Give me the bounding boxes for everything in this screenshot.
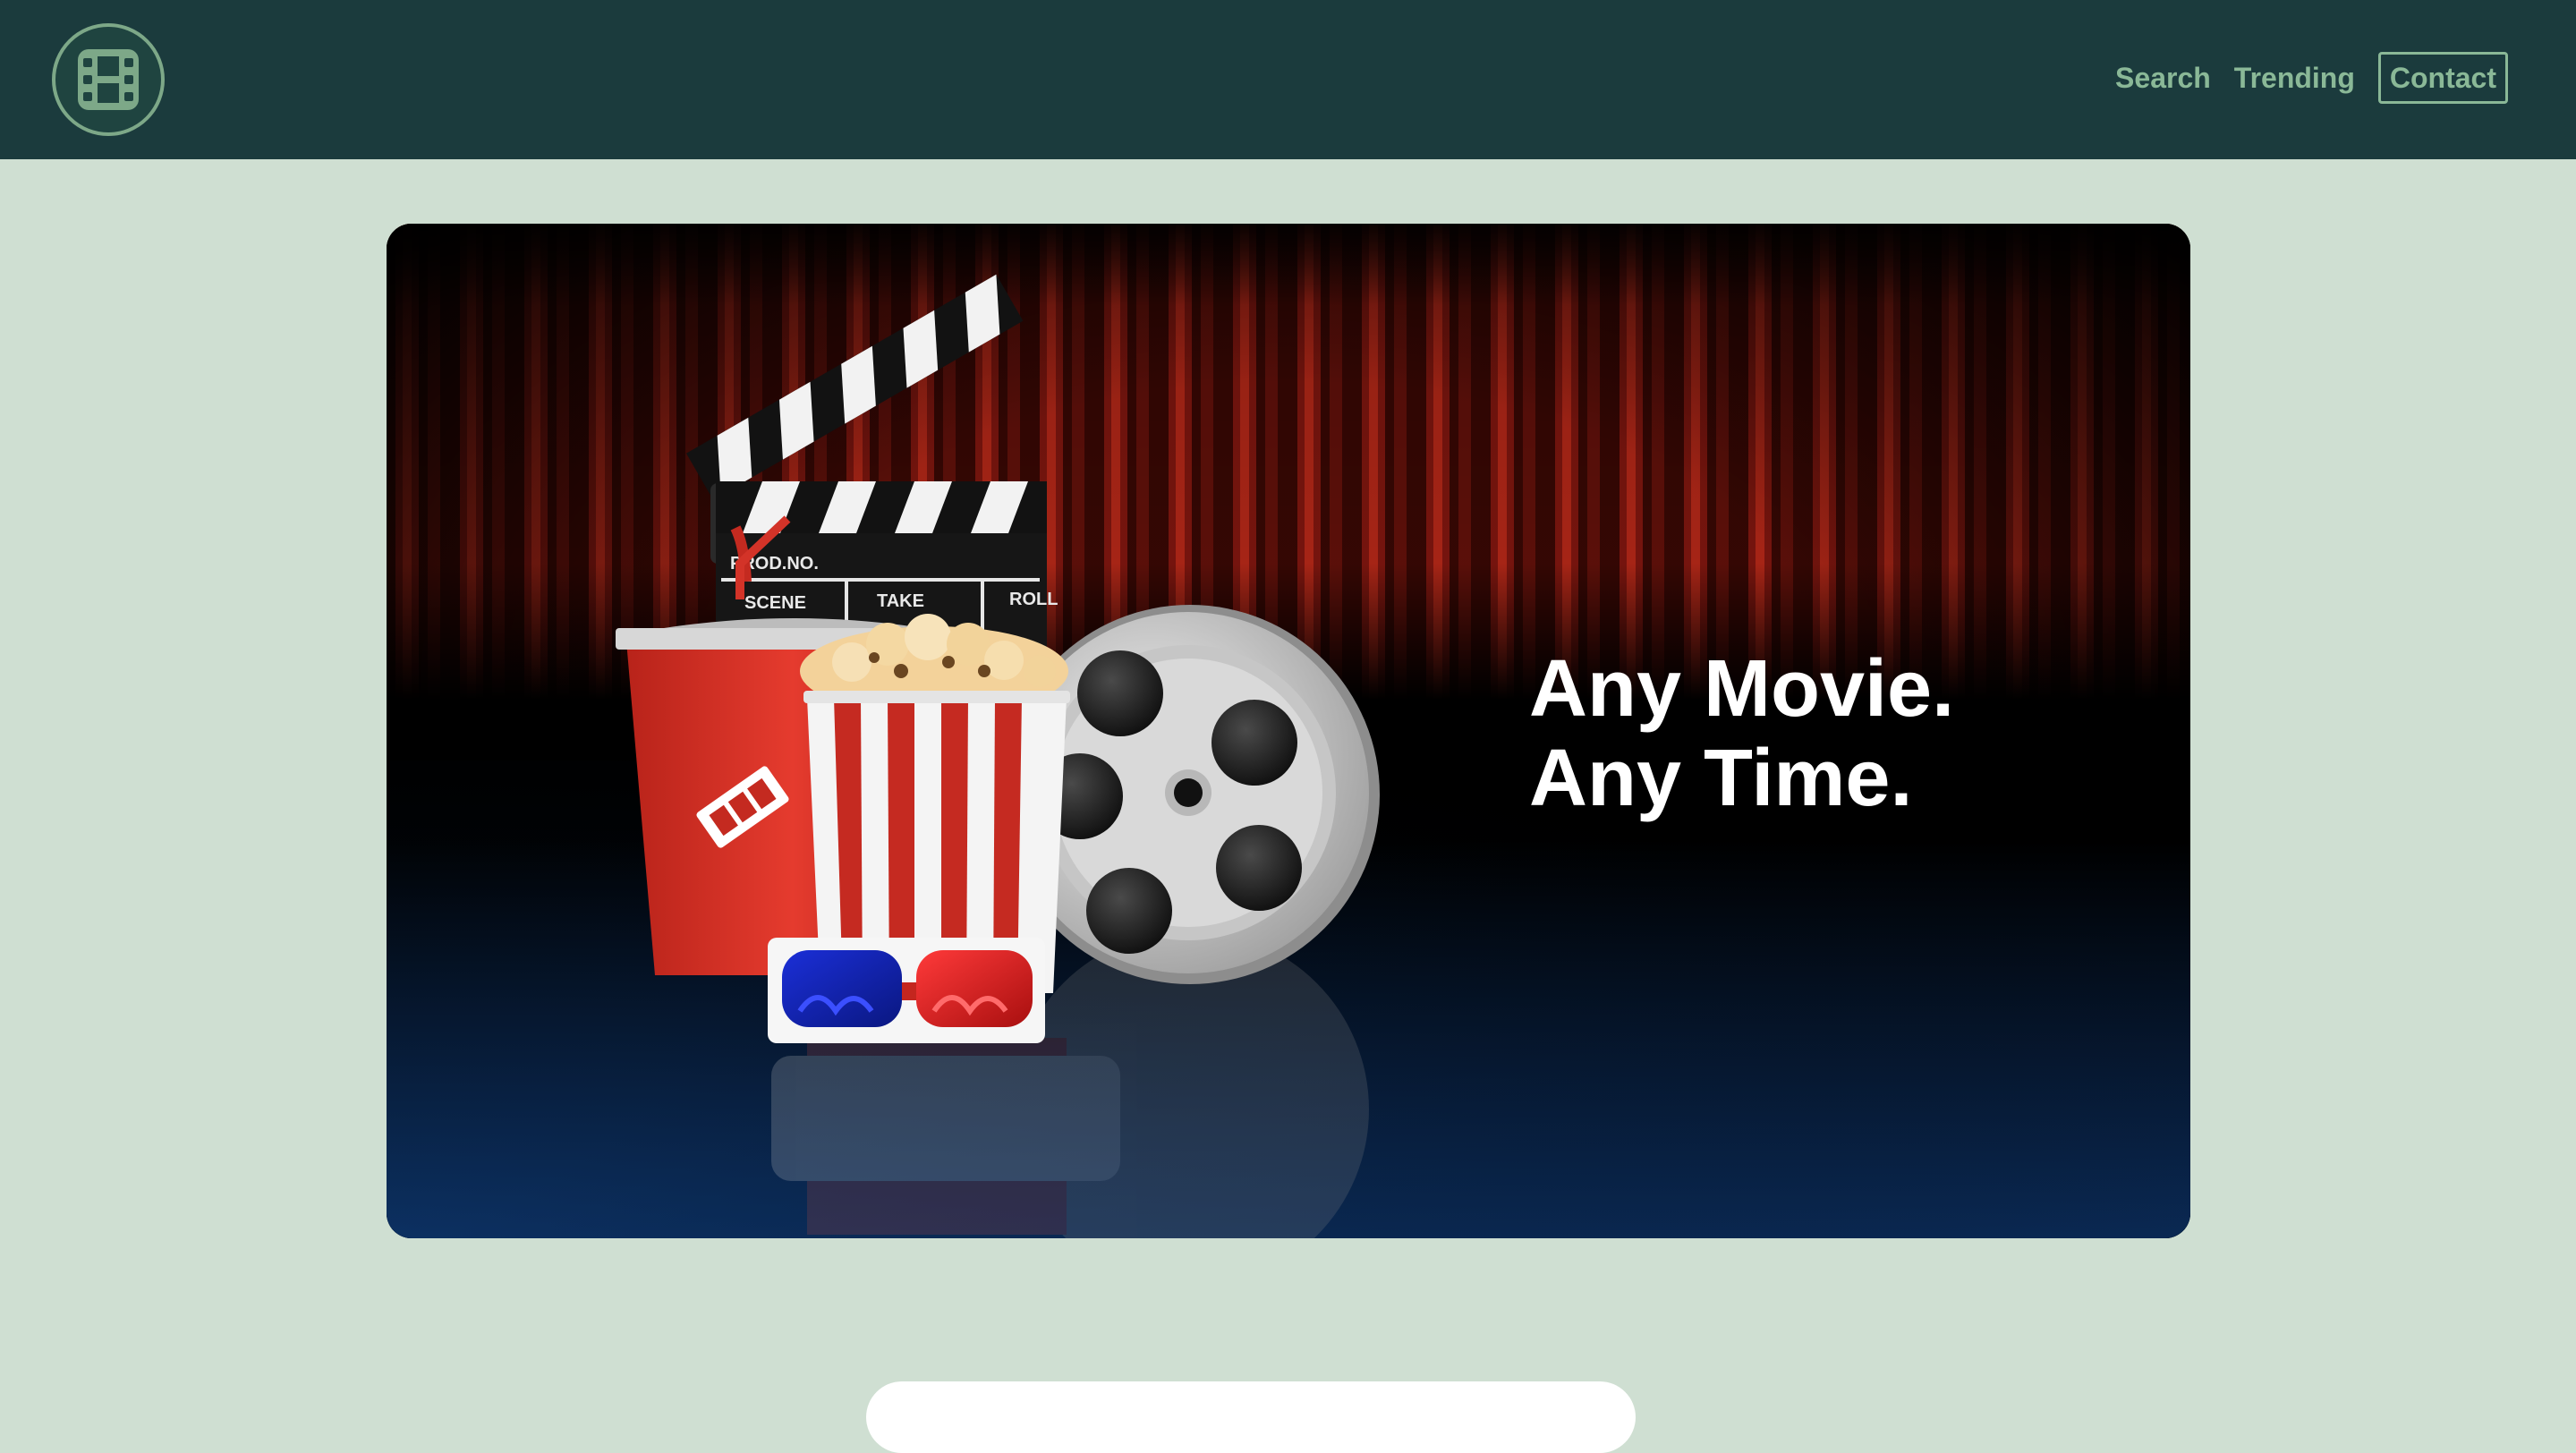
clapper-take-label: TAKE — [877, 591, 924, 611]
nav-link-search[interactable]: Search — [2113, 56, 2213, 99]
hero-headline-line2: Any Time. — [1529, 734, 1913, 823]
film-icon — [78, 49, 139, 110]
3d-glasses-illustration — [768, 938, 1045, 1043]
film-logo-button[interactable] — [52, 23, 165, 136]
nav-link-contact[interactable]: Contact — [2377, 52, 2508, 104]
popcorn-bucket-illustration — [800, 614, 1070, 993]
top-navbar: Search Trending Contact — [0, 0, 2576, 159]
search-box-partial[interactable] — [866, 1381, 1636, 1453]
hero-headline-line1: Any Movie. — [1529, 644, 1955, 734]
nav-links: Search Trending Contact — [2113, 52, 2508, 104]
hero-headline: Any Movie. Any Time. — [1529, 644, 1954, 823]
hero-banner: PROD.NO. SCENE TAKE ROLL Any Movie. Any … — [387, 224, 2190, 1238]
clapper-roll-label: ROLL — [1009, 590, 1058, 609]
clapper-scene-label: SCENE — [744, 593, 806, 613]
nav-link-trending[interactable]: Trending — [2232, 56, 2357, 99]
